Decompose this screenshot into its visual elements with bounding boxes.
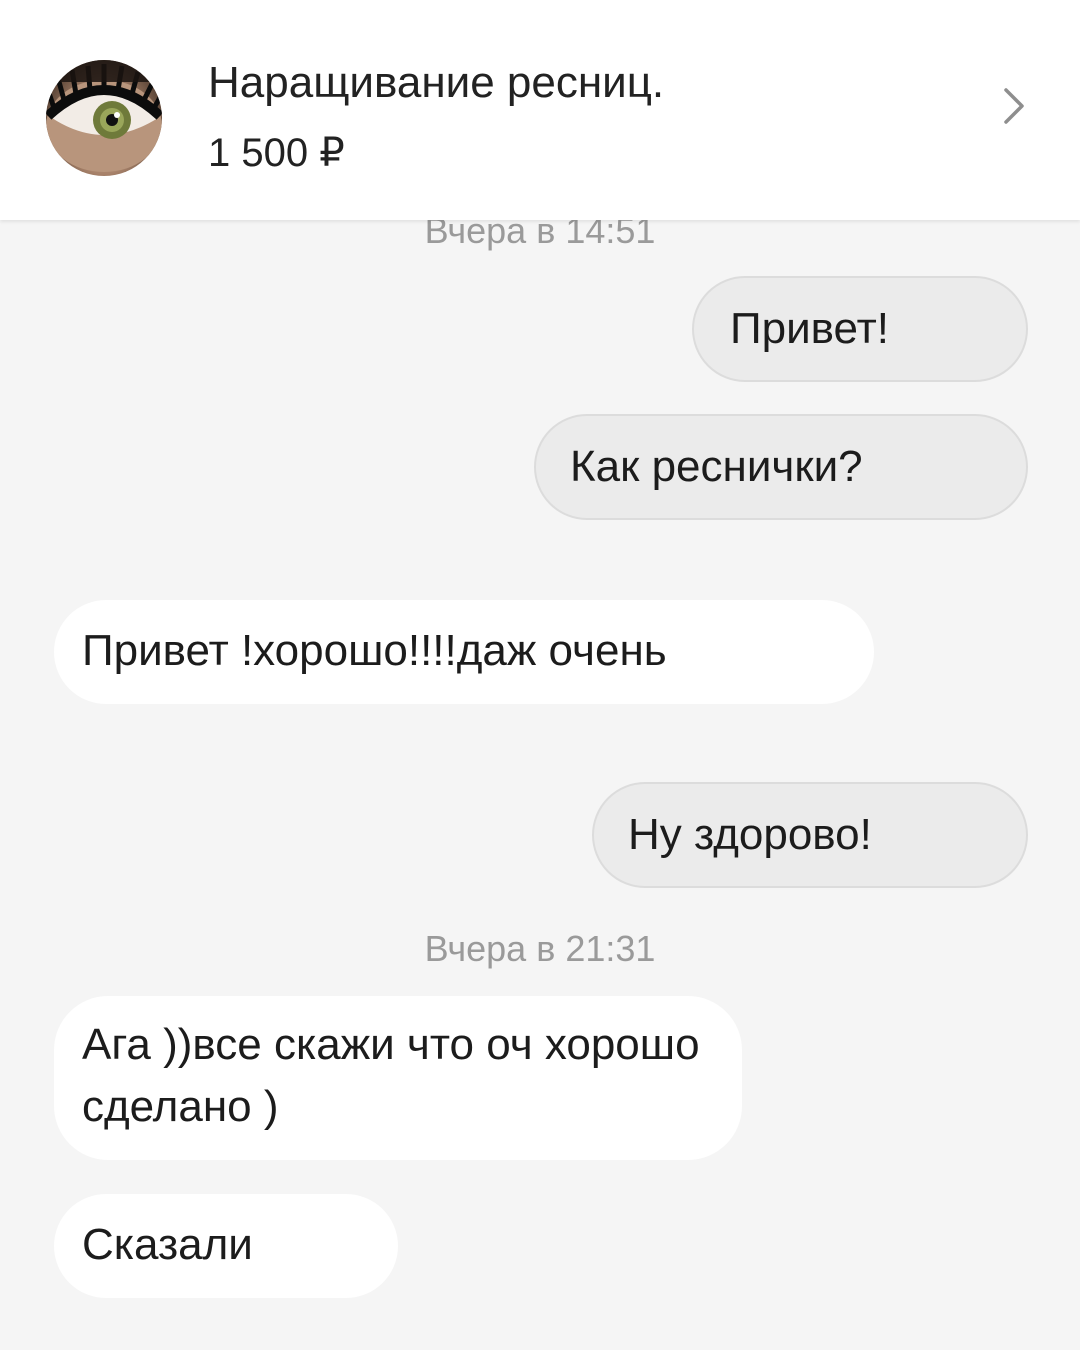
listing-price: 1 500 ₽	[208, 131, 345, 175]
incoming-message[interactable]: Привет !хорошо!!!!даж очень	[54, 600, 874, 704]
listing-title: Наращивание ресниц.	[208, 58, 665, 107]
outgoing-message[interactable]: Привет!	[692, 276, 1028, 382]
incoming-message[interactable]: Ага ))все скажи что оч хорошо сделано )	[54, 996, 742, 1160]
outgoing-message[interactable]: Ну здорово!	[592, 782, 1028, 888]
listing-header[interactable]: Наращивание ресниц. 1 500 ₽	[0, 0, 1080, 220]
chevron-right-icon[interactable]	[996, 84, 1032, 128]
outgoing-message[interactable]: Как реснички?	[534, 414, 1028, 520]
incoming-message[interactable]: Сказали	[54, 1194, 398, 1298]
listing-avatar	[46, 60, 162, 176]
timestamp: Вчера в 21:31	[424, 928, 656, 969]
